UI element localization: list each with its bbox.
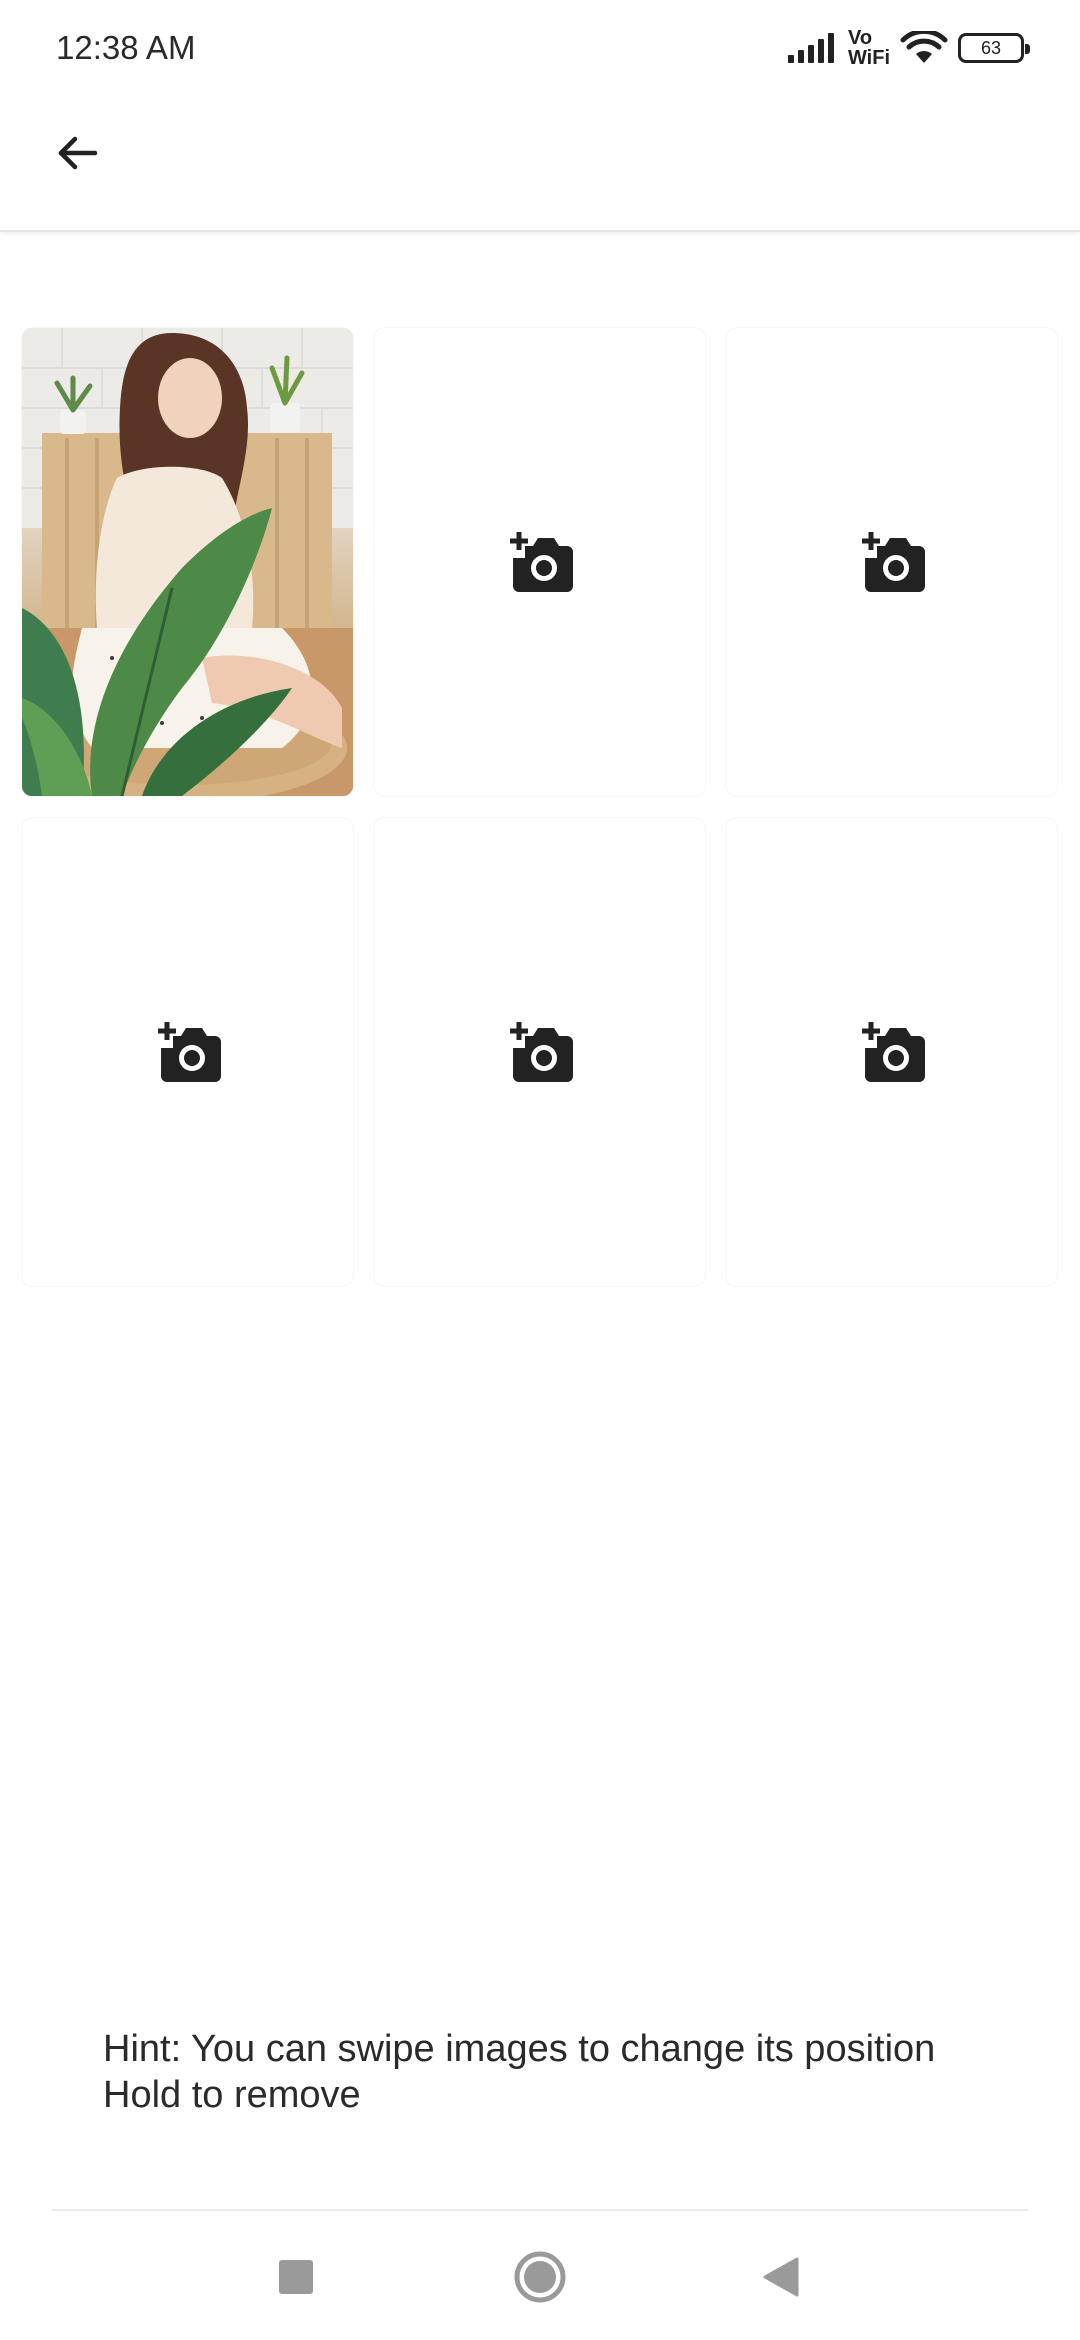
photo-grid: [22, 328, 1058, 1286]
nav-divider: [52, 2209, 1028, 2211]
vowifi-icon: Vo WiFi: [848, 28, 890, 68]
add-photo-icon: [157, 1022, 221, 1082]
home-circle-icon: [514, 2251, 566, 2303]
recents-button[interactable]: [261, 2242, 331, 2312]
photo-slot-5[interactable]: [374, 818, 705, 1286]
battery-level: 63: [980, 37, 1002, 58]
photo-slot-6[interactable]: [726, 818, 1057, 1286]
add-photo-icon: [861, 1022, 925, 1082]
wifi-icon: [900, 31, 948, 63]
photo-slot-2[interactable]: [374, 328, 705, 796]
arrow-left-icon: [58, 136, 98, 170]
photo-slot-4[interactable]: [22, 818, 353, 1286]
profile-photo: [22, 328, 353, 796]
hint-text: Hint: You can swipe images to change its…: [103, 2026, 1003, 2118]
hint-line-2: Hold to remove: [103, 2074, 361, 2116]
add-photo-icon: [509, 532, 573, 592]
app-bar: [0, 96, 1080, 232]
recents-square-icon: [279, 2260, 313, 2294]
vowifi-vo: Vo: [847, 27, 873, 49]
vowifi-wifi: WiFi: [847, 47, 890, 69]
add-photo-icon: [509, 1022, 573, 1082]
battery-icon: 63: [958, 33, 1030, 63]
signal-icon: [787, 33, 834, 63]
photo-slot-3[interactable]: [726, 328, 1057, 796]
hint-line-1: Hint: You can swipe images to change its…: [103, 2028, 936, 2070]
back-button[interactable]: [40, 116, 114, 190]
photo-slot-1[interactable]: [22, 328, 353, 796]
back-triangle-icon: [763, 2257, 799, 2297]
status-icons: Vo WiFi 63: [787, 28, 1030, 68]
status-time: 12:38 AM: [56, 29, 196, 66]
status-bar: 12:38 AM Vo WiFi 63: [0, 0, 1080, 96]
system-nav-bar: [0, 2212, 1080, 2340]
nav-back-button[interactable]: [745, 2242, 815, 2312]
add-photo-icon: [861, 532, 925, 592]
home-button[interactable]: [505, 2242, 575, 2312]
